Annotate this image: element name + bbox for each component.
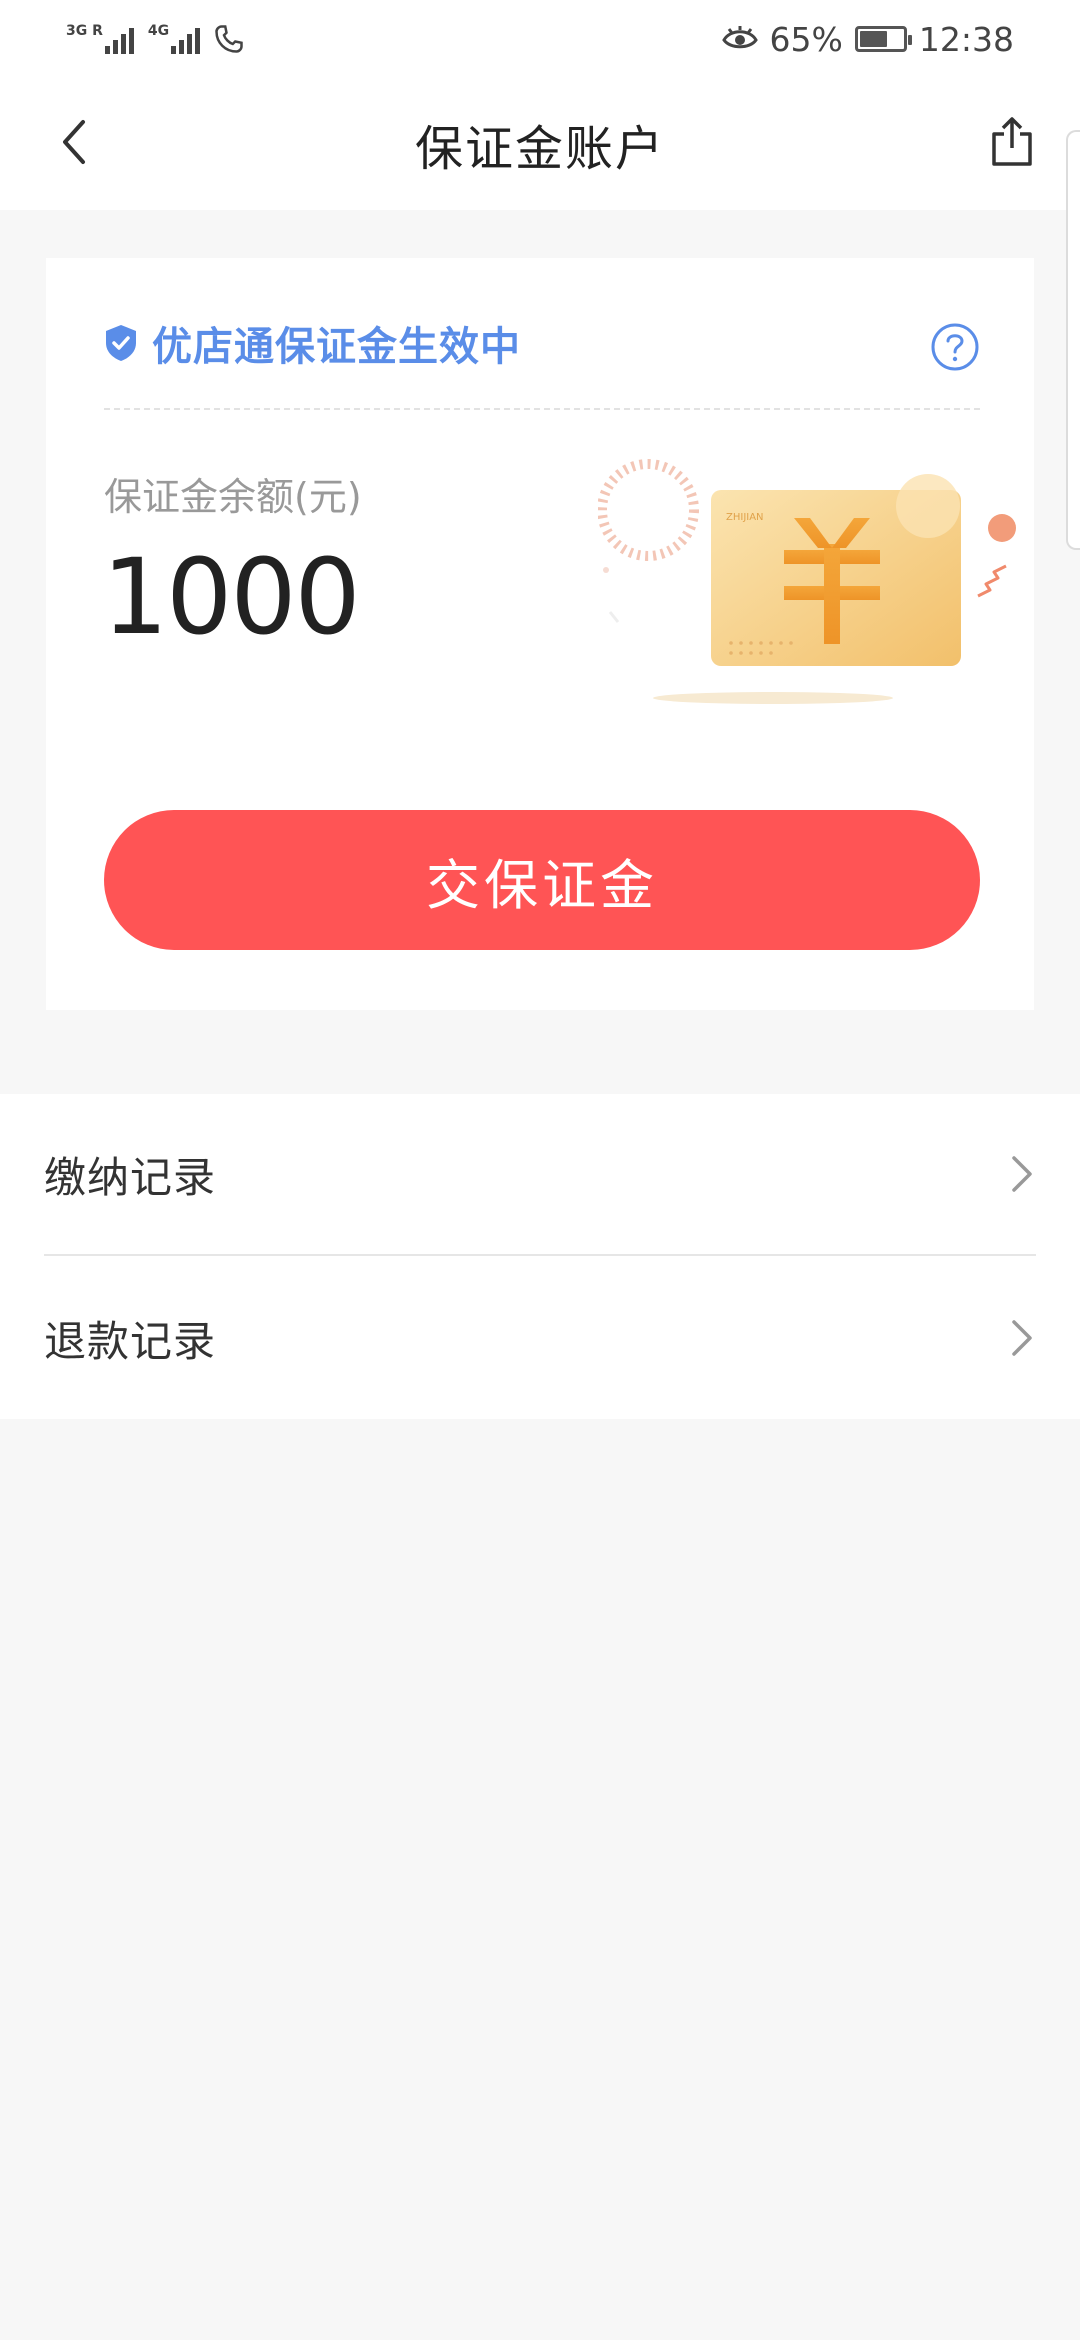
clock: 12:38	[918, 19, 1014, 59]
nav-bar: 保证金账户	[0, 78, 1080, 210]
page-title: 保证金账户	[414, 121, 665, 177]
list-item-refund-records[interactable]: 退款记录	[44, 1257, 1036, 1419]
deposit-card: 优店通保证金生效中 保证金余额(元) 1000 ZHIJIAN 交保证金	[46, 258, 1034, 1010]
back-button[interactable]	[44, 112, 104, 172]
battery-percent: 65%	[769, 19, 843, 59]
card-mini-text: ZHIJIAN	[726, 512, 764, 523]
list-item-payment-records[interactable]: 缴纳记录	[44, 1094, 1036, 1256]
help-icon[interactable]	[930, 322, 980, 372]
signal-icon-2: 4G	[147, 23, 201, 54]
balance-value: 1000	[102, 536, 361, 658]
chevron-right-icon	[1012, 1156, 1032, 1192]
status-bar: 3G R 4G 65% 12:38	[0, 0, 1080, 78]
list-item-label: 退款记录	[44, 1316, 217, 1366]
chevron-right-icon	[1012, 1320, 1032, 1356]
list-item-label: 缴纳记录	[44, 1152, 217, 1202]
share-icon	[992, 117, 1032, 166]
records-list: 缴纳记录 退款记录	[0, 1094, 1080, 1419]
dashed-divider	[104, 408, 980, 410]
status-right: 65% 12:38	[721, 19, 1014, 59]
network-type-1: 3G R	[66, 23, 103, 39]
shield-check-icon	[106, 325, 136, 361]
battery-icon	[854, 26, 912, 52]
status-left: 3G R 4G	[66, 24, 244, 54]
gold-card-illustration: ZHIJIAN	[598, 459, 1016, 704]
call-icon	[215, 25, 243, 53]
balance-label: 保证金余额(元)	[104, 475, 362, 519]
share-button[interactable]	[982, 112, 1042, 172]
back-arrow-icon	[63, 120, 85, 164]
eye-icon	[721, 26, 758, 49]
side-floating-tab[interactable]	[1066, 130, 1080, 550]
signal-icon: 3G R	[66, 24, 134, 54]
deposit-status-row: 优店通保证金生效中	[104, 306, 980, 380]
deposit-status-text: 优店通保证金生效中	[152, 324, 521, 370]
pay-deposit-button[interactable]: 交保证金	[104, 810, 980, 950]
network-type-2: 4G	[147, 23, 170, 39]
